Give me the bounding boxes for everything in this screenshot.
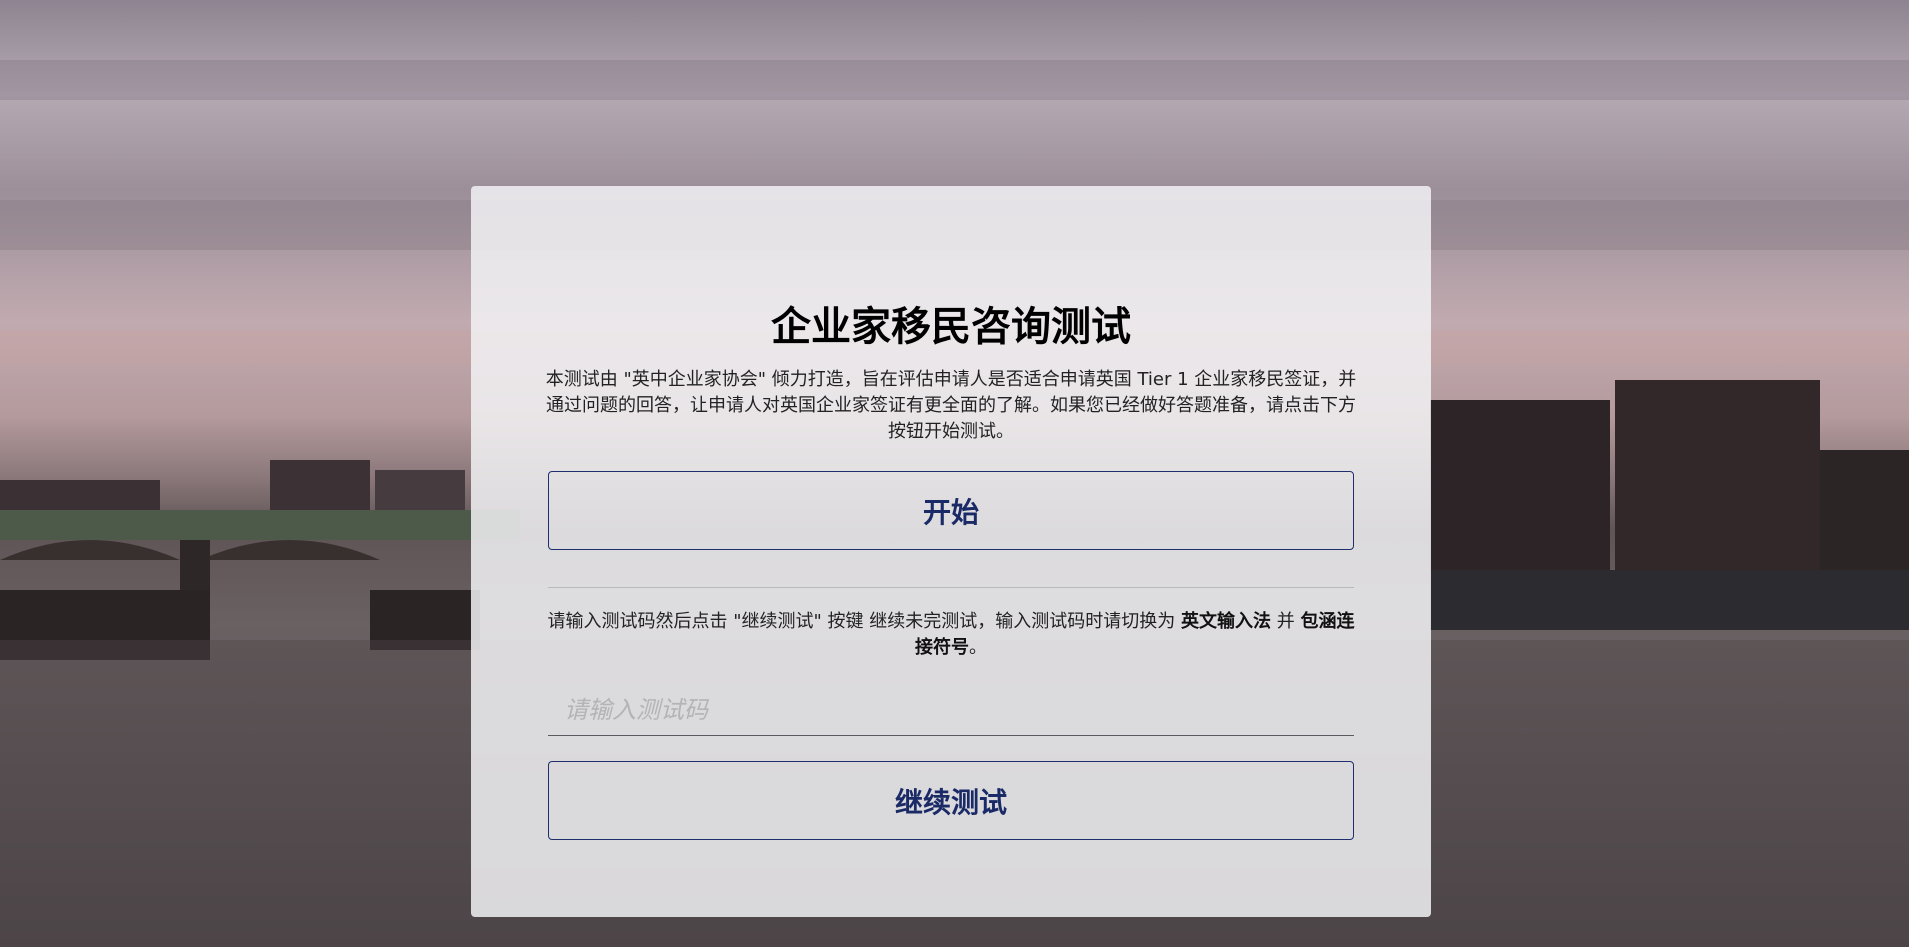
intro-text: 本测试由 "英中企业家协会" 倾力打造，旨在评估申请人是否适合申请英国 Tier… <box>545 369 1357 442</box>
consultation-card: 企业家移民咨询测试 本测试由 "英中企业家协会" 倾力打造，旨在评估申请人是否适… <box>471 186 1431 917</box>
hint-middle: 并 <box>1271 611 1301 632</box>
page-title: 企业家移民咨询测试 <box>771 304 1131 350</box>
test-code-hint: 请输入测试码然后点击 "继续测试" 按键 继续未完测试，输入测试码时请切换为 英… <box>545 609 1357 661</box>
hint-prefix: 请输入测试码然后点击 "继续测试" 按键 继续未完测试，输入测试码时请切换为 <box>547 611 1181 632</box>
test-code-input[interactable] <box>548 684 1354 736</box>
section-divider <box>548 587 1354 588</box>
continue-test-button[interactable]: 继续测试 <box>548 761 1354 840</box>
start-button[interactable]: 开始 <box>548 471 1354 550</box>
page-root: 企业家移民咨询测试 本测试由 "英中企业家协会" 倾力打造，旨在评估申请人是否适… <box>0 0 1909 947</box>
hint-english-ime: 英文输入法 <box>1181 611 1271 632</box>
hint-suffix: 。 <box>969 637 987 658</box>
